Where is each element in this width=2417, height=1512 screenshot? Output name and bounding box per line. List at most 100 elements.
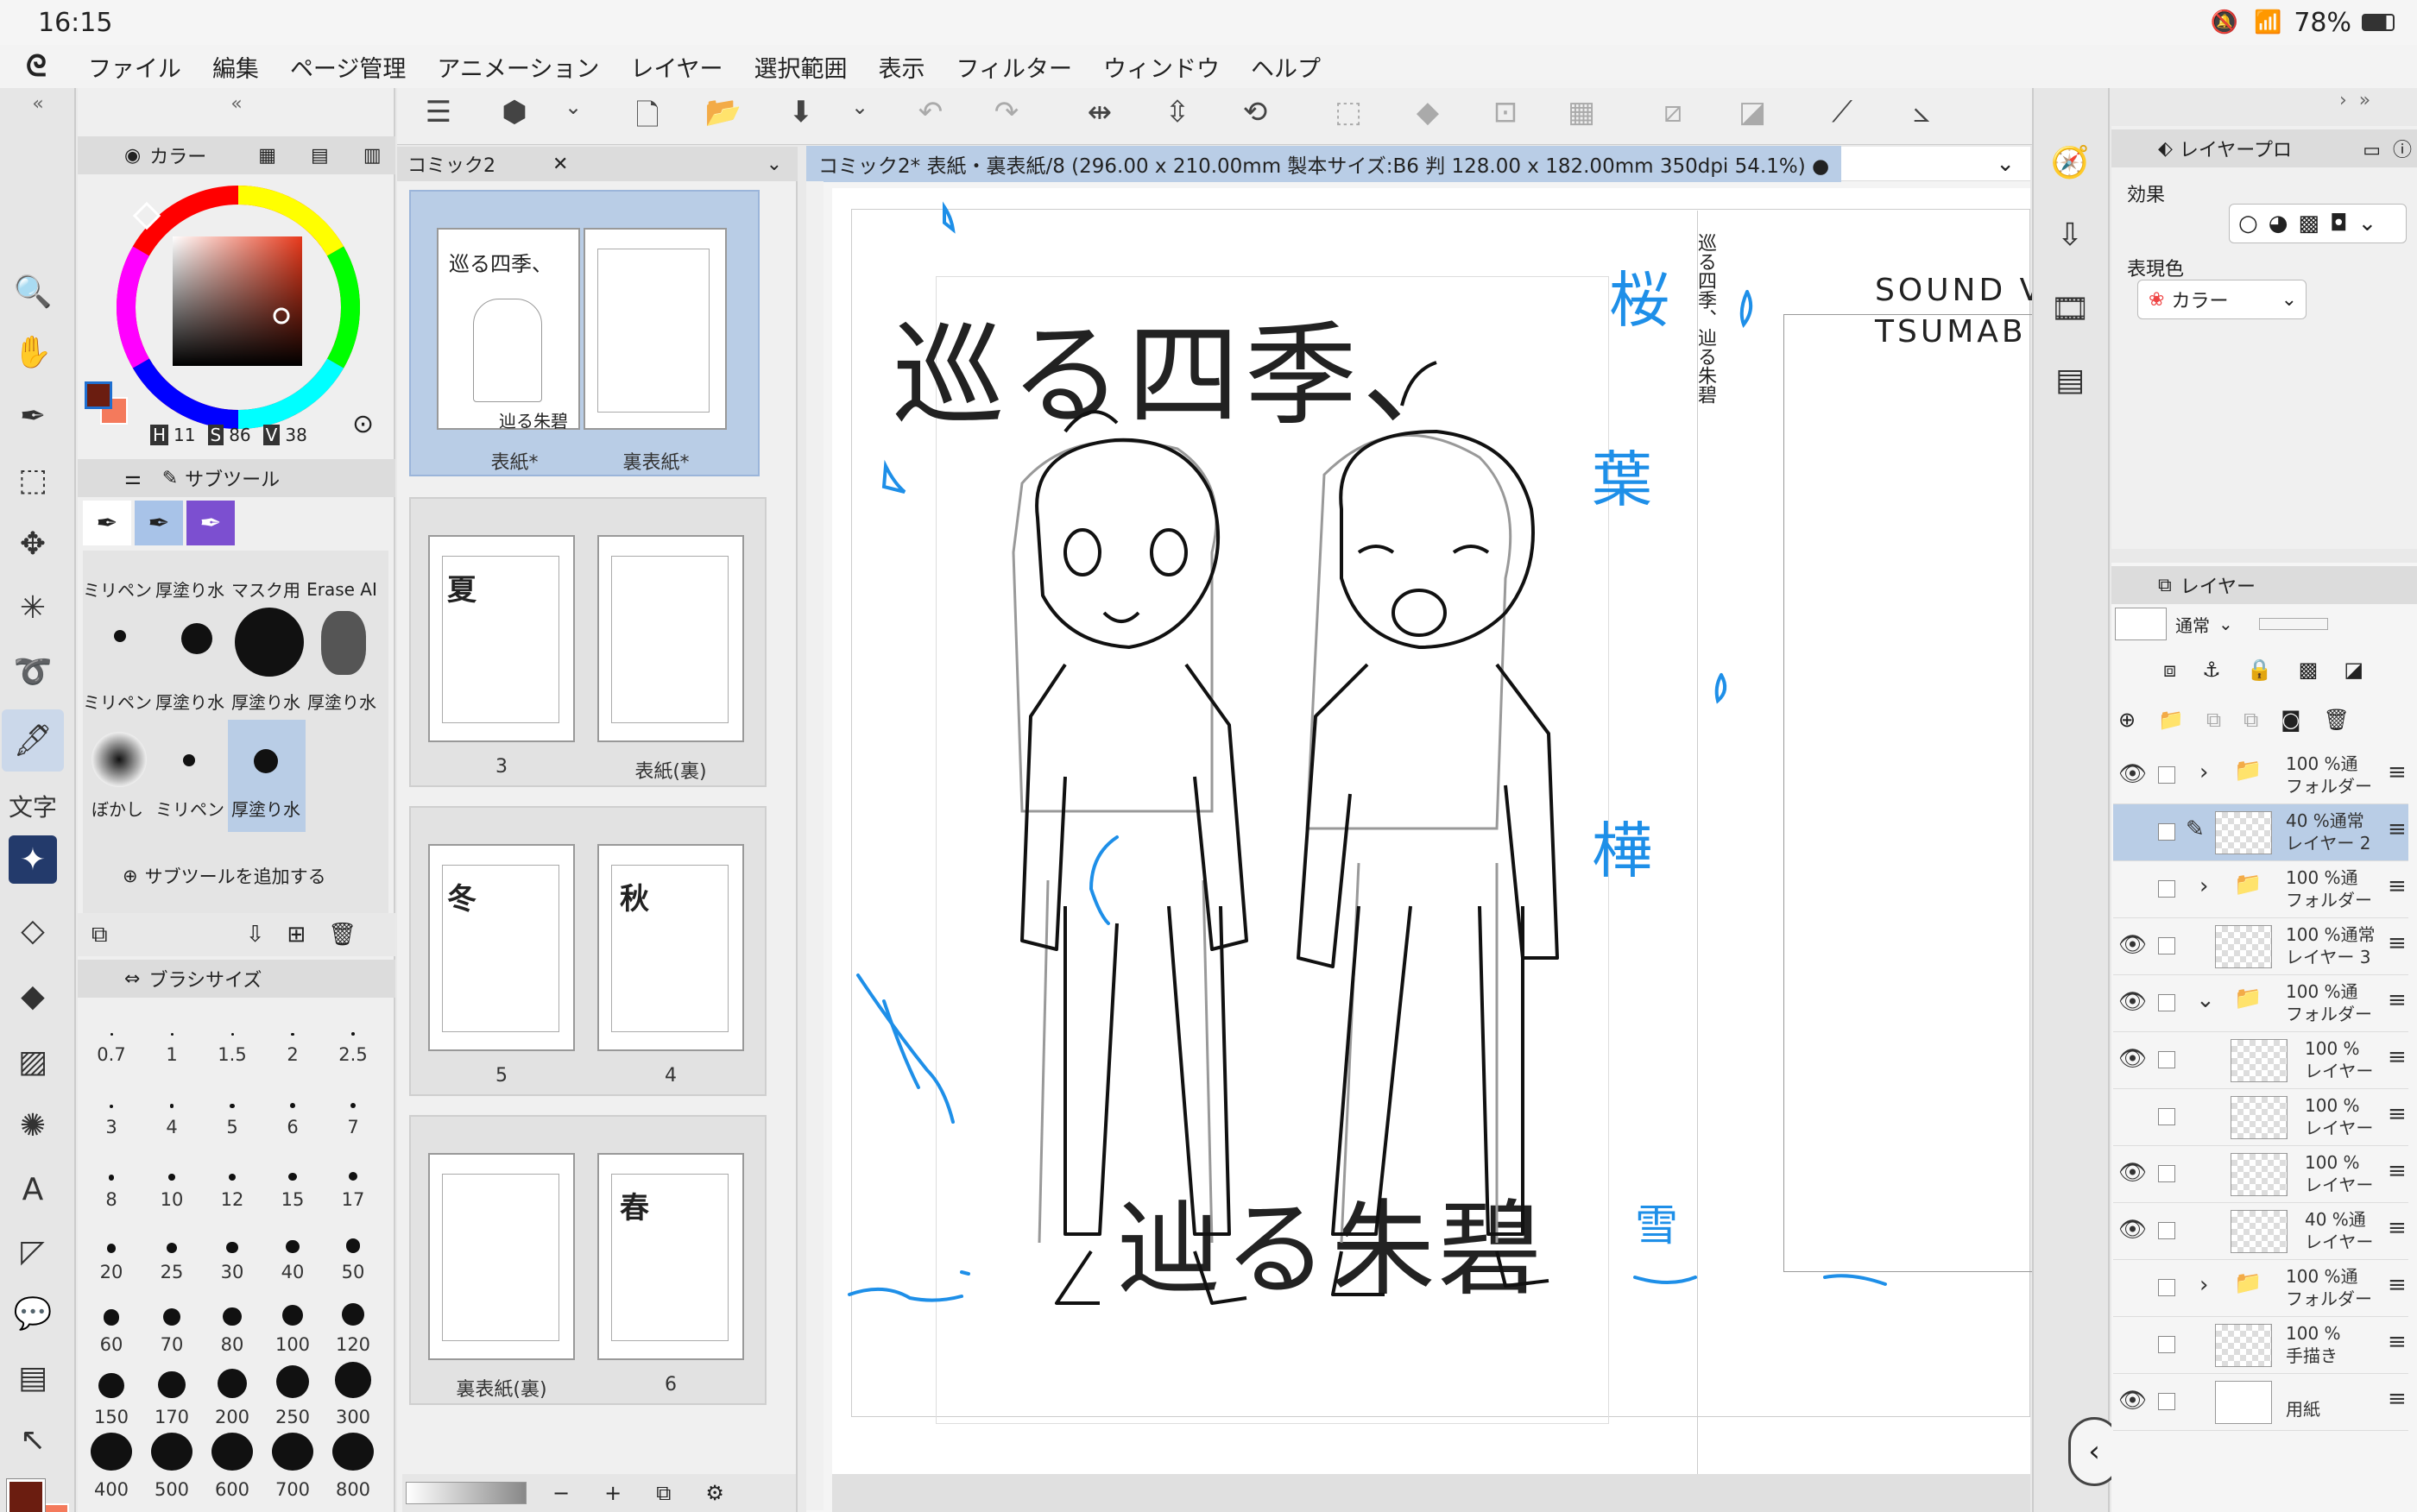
brush-size-cell[interactable]: 2.5 — [323, 998, 383, 1070]
frame-tool-icon[interactable]: ◸ — [2, 1220, 64, 1282]
move-icon[interactable]: ✥ — [2, 513, 64, 575]
subtool-import-icon[interactable]: ⇩ — [246, 922, 265, 948]
layer-drag-handle-icon[interactable]: ≡ — [2388, 1044, 2407, 1070]
layer-visibility-icon[interactable]: 👁 — [2118, 932, 2147, 958]
brush-size-cell[interactable]: 120 — [323, 1288, 383, 1360]
layer-tab[interactable]: レイヤー — [2180, 571, 2256, 599]
color-tab[interactable]: カラー — [149, 142, 206, 169]
timeline-icon[interactable]: 🎞 — [2039, 278, 2101, 340]
save-chevron-icon[interactable]: ⌄ — [834, 95, 886, 119]
brush-size-cell[interactable]: 170 — [142, 1360, 202, 1433]
layer-color-select[interactable] — [2115, 608, 2167, 640]
open-folder-icon[interactable]: 📂 — [697, 95, 749, 129]
brush-size-cell[interactable]: 800 — [323, 1433, 383, 1505]
reference-icon[interactable]: ⚓ — [2202, 658, 2221, 682]
subtool-duplicate-icon[interactable]: ⊞ — [287, 922, 306, 948]
gradient-icon[interactable]: ▨ — [2, 1030, 64, 1093]
eyedropper-icon[interactable]: ✒ — [2, 385, 64, 447]
fill-bucket-icon[interactable]: ◆ — [2, 965, 64, 1027]
page-spread-3[interactable]: 冬 秋 5 4 — [409, 806, 767, 1096]
play-circle-icon[interactable]: ⊙ — [352, 409, 374, 439]
layer-select-checkbox[interactable] — [2158, 823, 2175, 841]
zoom-in-icon[interactable]: + — [604, 1481, 622, 1505]
color-mixing-icon[interactable]: ▤ — [311, 145, 329, 167]
flip-vertical-icon[interactable]: ⇳ — [1152, 95, 1203, 129]
layer-drag-handle-icon[interactable]: ≡ — [2388, 759, 2407, 785]
layer-drag-handle-icon[interactable]: ≡ — [2388, 1215, 2407, 1241]
brush-size-cell[interactable]: 700 — [262, 1433, 323, 1505]
menu-edit[interactable]: 編集 — [212, 50, 259, 84]
brush-size-cell[interactable]: 300 — [323, 1360, 383, 1433]
brush-size-cell[interactable]: 10 — [142, 1143, 202, 1215]
canvas-hscroll[interactable] — [832, 1474, 2030, 1512]
effect-chevron-icon[interactable]: ⌄ — [2358, 211, 2377, 236]
layer-row[interactable]: 100 % 手描き ≡ — [2113, 1317, 2408, 1374]
object-select-icon[interactable]: ⬚ — [2, 449, 64, 511]
page-duplicate-icon[interactable]: ⧉ — [656, 1481, 671, 1505]
layer-row[interactable]: 👁 用紙 ≡ — [2113, 1374, 2408, 1431]
layer-visibility-icon[interactable]: 👁 — [2118, 1046, 2147, 1072]
subtool-item[interactable]: ミリペン — [83, 689, 152, 714]
collapse-left-icon[interactable]: « — [0, 93, 76, 119]
zoom-out-icon[interactable]: − — [552, 1481, 570, 1505]
subtool-item[interactable]: Erase AI — [304, 553, 380, 600]
brush-size-cell[interactable]: 5 — [202, 1070, 262, 1143]
create-mask-icon[interactable]: ◙ — [2281, 708, 2300, 732]
brush-size-cell[interactable]: 80 — [202, 1288, 262, 1360]
mesh-transform-icon[interactable]: ▦ — [1556, 95, 1607, 129]
page-spread-2[interactable]: 夏 3 表紙(裏) — [409, 497, 767, 787]
color-history-icon[interactable]: ▥ — [363, 145, 382, 167]
brush-size-cell[interactable]: 15 — [262, 1143, 323, 1215]
layer-select-checkbox[interactable] — [2158, 1108, 2175, 1125]
brush-size-cell[interactable]: 17 — [323, 1143, 383, 1215]
hamburger-menu-icon[interactable]: ☰ — [413, 95, 464, 129]
save-icon[interactable]: ⬇ — [775, 95, 827, 129]
layer-drag-handle-icon[interactable]: ≡ — [2388, 930, 2407, 956]
layer-select-checkbox[interactable] — [2158, 937, 2175, 954]
canvas-vscroll[interactable] — [806, 181, 824, 1510]
menu-help[interactable]: ヘルプ — [1251, 50, 1321, 84]
pen-group-icon[interactable]: ✒ — [83, 501, 131, 545]
brush-size-cell[interactable]: 50 — [323, 1215, 383, 1288]
transfer-layer-icon[interactable]: ⧉ — [2206, 708, 2221, 732]
brush-size-cell[interactable]: 1 — [142, 998, 202, 1070]
layer-drag-handle-icon[interactable]: ≡ — [2388, 1386, 2407, 1412]
brush-size-cell[interactable]: 600 — [202, 1433, 262, 1505]
layer-property-tab[interactable]: レイヤープロ — [2180, 135, 2292, 162]
effect-layer-color-icon[interactable]: ◘ — [2330, 211, 2348, 236]
subtool-delete-icon[interactable]: 🗑 — [328, 922, 357, 948]
brush-size-cell[interactable]: 70 — [142, 1288, 202, 1360]
redo-icon[interactable]: ↷ — [981, 95, 1032, 129]
folder-toggle-icon[interactable]: ⌄ — [2196, 987, 2215, 1013]
lock-transparency-icon[interactable]: ▩ — [2299, 658, 2319, 682]
layer-row[interactable]: 👁 100 %通常 レイヤー 3 ≡ — [2113, 918, 2408, 975]
layer-visibility-icon[interactable]: 👁 — [2118, 1217, 2147, 1243]
lock-icon[interactable]: 🔒 — [2247, 658, 2273, 682]
layer-row[interactable]: 100 % レイヤー ≡ — [2113, 1089, 2408, 1146]
undo-icon[interactable]: ↶ — [905, 95, 956, 129]
layer-select-checkbox[interactable] — [2158, 1165, 2175, 1182]
lasso-icon[interactable]: ➰ — [2, 640, 64, 702]
layer-select-checkbox[interactable] — [2158, 1336, 2175, 1353]
import-material-icon[interactable]: ⇩ — [2039, 204, 2101, 266]
mask-toggle-icon[interactable]: ◪ — [2344, 658, 2363, 682]
layer-drag-handle-icon[interactable]: ≡ — [2388, 987, 2407, 1013]
brush-size-cell[interactable]: 150 — [81, 1360, 142, 1433]
subtool-item[interactable]: マスク用 — [228, 551, 304, 602]
blend-chevron-icon[interactable]: ⌄ — [2218, 614, 2233, 634]
brush-size-cell[interactable]: 100 — [262, 1288, 323, 1360]
folder-toggle-icon[interactable]: › — [2199, 759, 2208, 785]
menu-animation[interactable]: アニメーション — [437, 50, 599, 84]
layer-property-more-icon[interactable]: ▭ ⓘ — [2363, 135, 2412, 162]
expand-right-icon[interactable]: › » — [2339, 90, 2408, 124]
magic-wand-icon[interactable]: ✳ — [2, 576, 64, 639]
zoom-icon[interactable]: 🔍 — [2, 261, 64, 323]
fill-icon[interactable]: ◪ — [1726, 95, 1778, 129]
layer-drag-handle-icon[interactable]: ≡ — [2388, 1329, 2407, 1355]
brush-size-cell[interactable]: 7 — [323, 1070, 383, 1143]
menu-view[interactable]: 表示 — [879, 50, 925, 84]
layer-select-checkbox[interactable] — [2158, 1393, 2175, 1410]
layer-select-checkbox[interactable] — [2158, 1051, 2175, 1068]
folder-toggle-icon[interactable]: › — [2199, 873, 2208, 899]
layer-select-checkbox[interactable] — [2158, 994, 2175, 1011]
